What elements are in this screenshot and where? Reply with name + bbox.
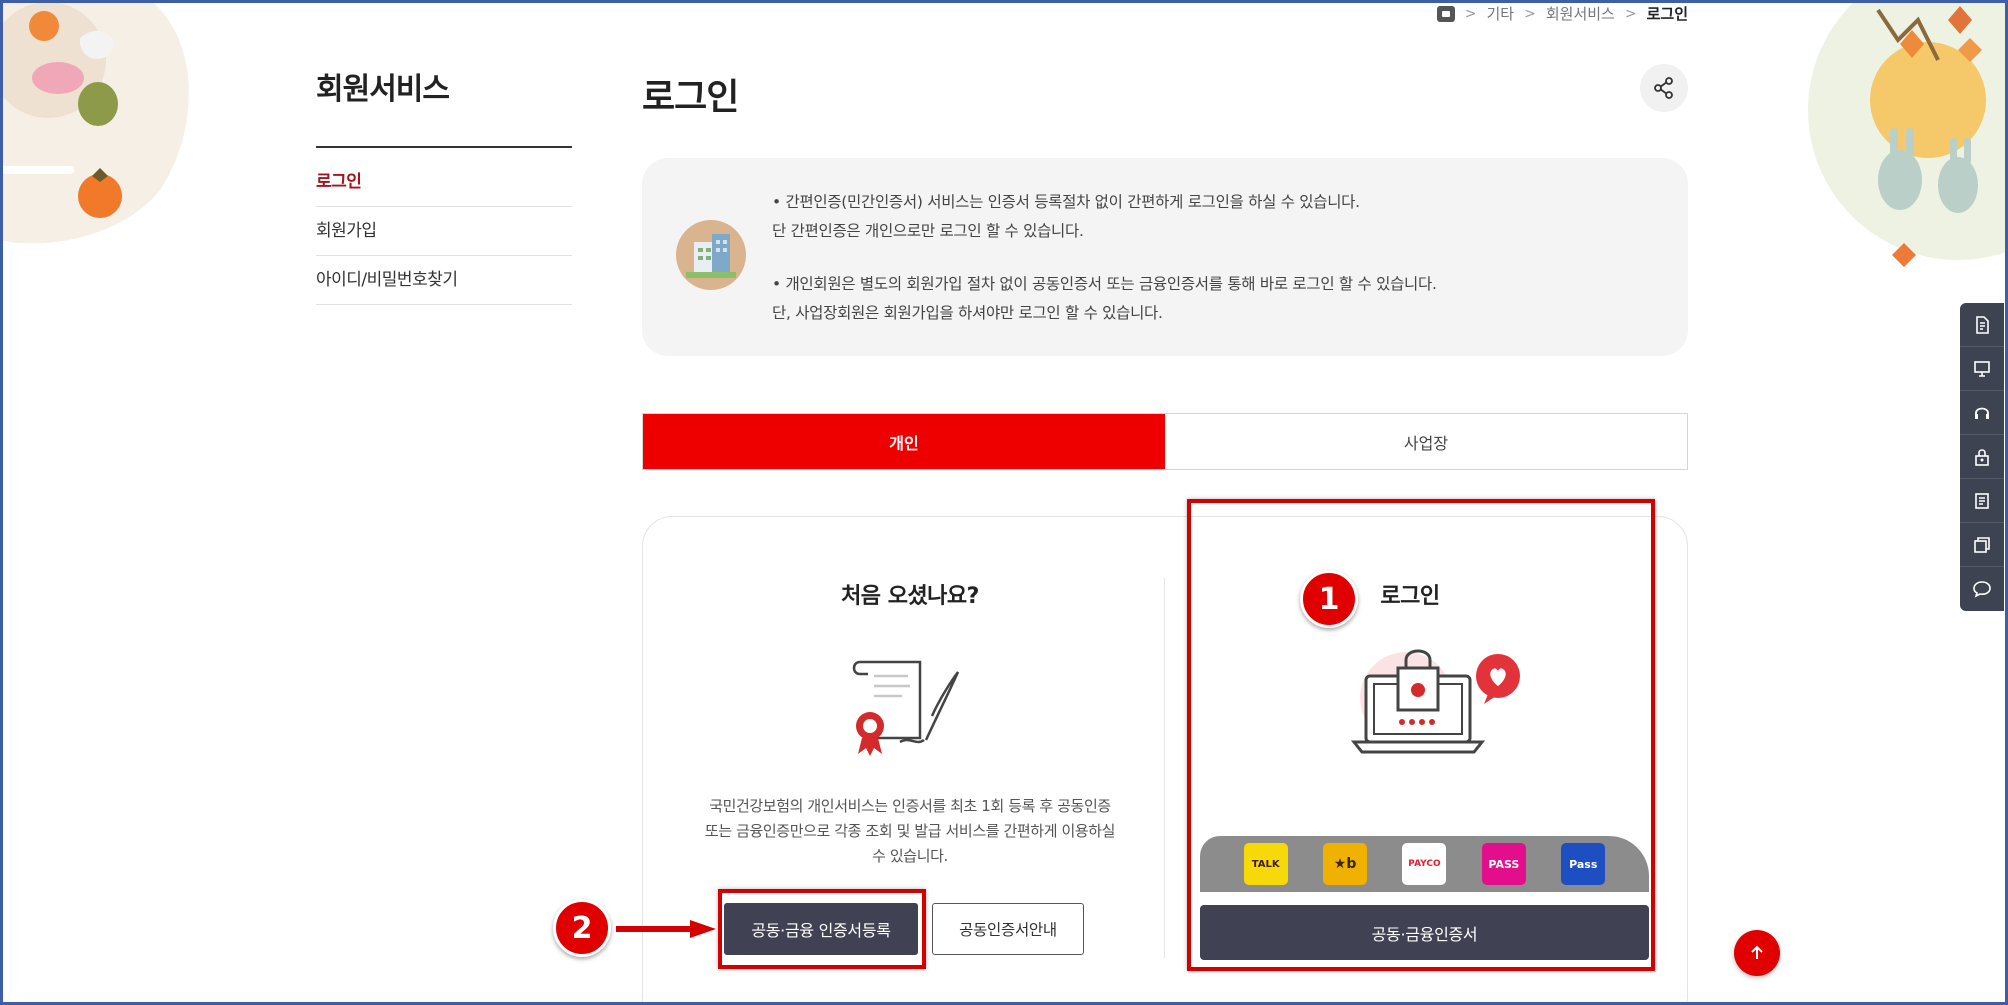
info-line: 단 간편인증은 개인으로만 로그인 할 수 있습니다. [772, 222, 1084, 240]
breadcrumb-current: 로그인 [1646, 5, 1688, 23]
sidebar-divider [316, 146, 572, 148]
info-text: • 간편인증(민간인증서) 서비스는 인증서 등록절차 없이 간편하게 로그인을… [772, 188, 1437, 328]
list-icon [1975, 492, 1989, 509]
info-line: 단, 사업장회원은 회원가입을 하셔야만 로그인 할 수 있습니다. [772, 304, 1163, 322]
breadcrumb: > 기타 > 회원서비스 > 로그인 [1436, 3, 1688, 24]
copy-icon [1974, 536, 1990, 553]
tab-individual[interactable]: 개인 [643, 414, 1165, 469]
chevron-right-icon: > [1524, 5, 1536, 22]
member-type-tabs: 개인 사업장 [642, 413, 1688, 470]
certificate-guide-button[interactable]: 공동인증서안내 [932, 903, 1084, 955]
card-divider [1164, 578, 1165, 958]
description-line: 국민건강보험의 개인서비스는 인증서를 최초 1회 등록 후 공동인증 [709, 797, 1111, 815]
first-visit-description: 국민건강보험의 개인서비스는 인증서를 최초 1회 등록 후 공동인증 또는 금… [680, 794, 1140, 869]
tab-business[interactable]: 사업장 [1165, 414, 1687, 469]
arrow-right-icon [616, 920, 716, 938]
quick-menu-bar [1960, 303, 2004, 611]
quick-docs-button[interactable] [1960, 303, 2004, 347]
monitor-icon [1974, 360, 1990, 377]
scroll-top-button[interactable] [1734, 930, 1780, 976]
breadcrumb-item[interactable]: 회원서비스 [1546, 3, 1615, 24]
highlight-box-login [1187, 499, 1655, 971]
first-visit-title: 처음 오셨나요? [841, 584, 979, 609]
step-badge-1: 1 [1300, 570, 1358, 628]
share-icon [1654, 77, 1673, 99]
decoration-left-icon [0, 0, 189, 244]
info-line: • 간편인증(민간인증서) 서비스는 인증서 등록절차 없이 간편하게 로그인을… [772, 193, 1360, 211]
breadcrumb-item[interactable]: 기타 [1487, 3, 1515, 24]
description-line: 수 있습니다. [872, 847, 948, 865]
sidebar-item-signup[interactable]: 회원가입 [316, 207, 572, 256]
quick-lock-button[interactable] [1960, 435, 2004, 479]
chat-bubble-icon [1973, 581, 1991, 598]
home-icon[interactable] [1436, 5, 1455, 22]
quick-list-button[interactable] [1960, 479, 2004, 523]
quick-copy-button[interactable] [1960, 523, 2004, 567]
chevron-right-icon: > [1624, 5, 1637, 22]
building-icon [676, 220, 746, 290]
sidebar-menu: 로그인 회원가입 아이디/비밀번호찾기 [316, 158, 572, 305]
sidebar-item-login[interactable]: 로그인 [316, 158, 572, 207]
lock-icon [1975, 448, 1989, 466]
sidebar-title: 회원서비스 [316, 72, 450, 107]
highlight-box-register [718, 889, 926, 969]
info-box: • 간편인증(민간인증서) 서비스는 인증서 등록절차 없이 간편하게 로그인을… [642, 158, 1688, 356]
document-icon [1976, 315, 1989, 334]
arrow-up-icon [1751, 945, 1763, 959]
sidebar-item-find-account[interactable]: 아이디/비밀번호찾기 [316, 256, 572, 305]
quick-chat-button[interactable] [1960, 567, 2004, 611]
quick-support-button[interactable] [1960, 391, 2004, 435]
certificate-scroll-icon [852, 660, 960, 756]
headset-icon [1975, 407, 1989, 419]
quick-monitor-button[interactable] [1960, 347, 2004, 391]
decoration-right-icon [1808, 0, 2008, 267]
share-button[interactable] [1640, 64, 1688, 112]
step-badge-2: 2 [553, 899, 611, 957]
chevron-right-icon: > [1464, 5, 1477, 22]
description-line: 또는 금융인증만으로 각종 조회 및 발급 서비스를 간편하게 이용하실 [704, 822, 1116, 840]
page-title: 로그인 [642, 77, 739, 118]
info-line: • 개인회원은 별도의 회원가입 절차 없이 공동인증서 또는 금융인증서를 통… [772, 275, 1437, 293]
